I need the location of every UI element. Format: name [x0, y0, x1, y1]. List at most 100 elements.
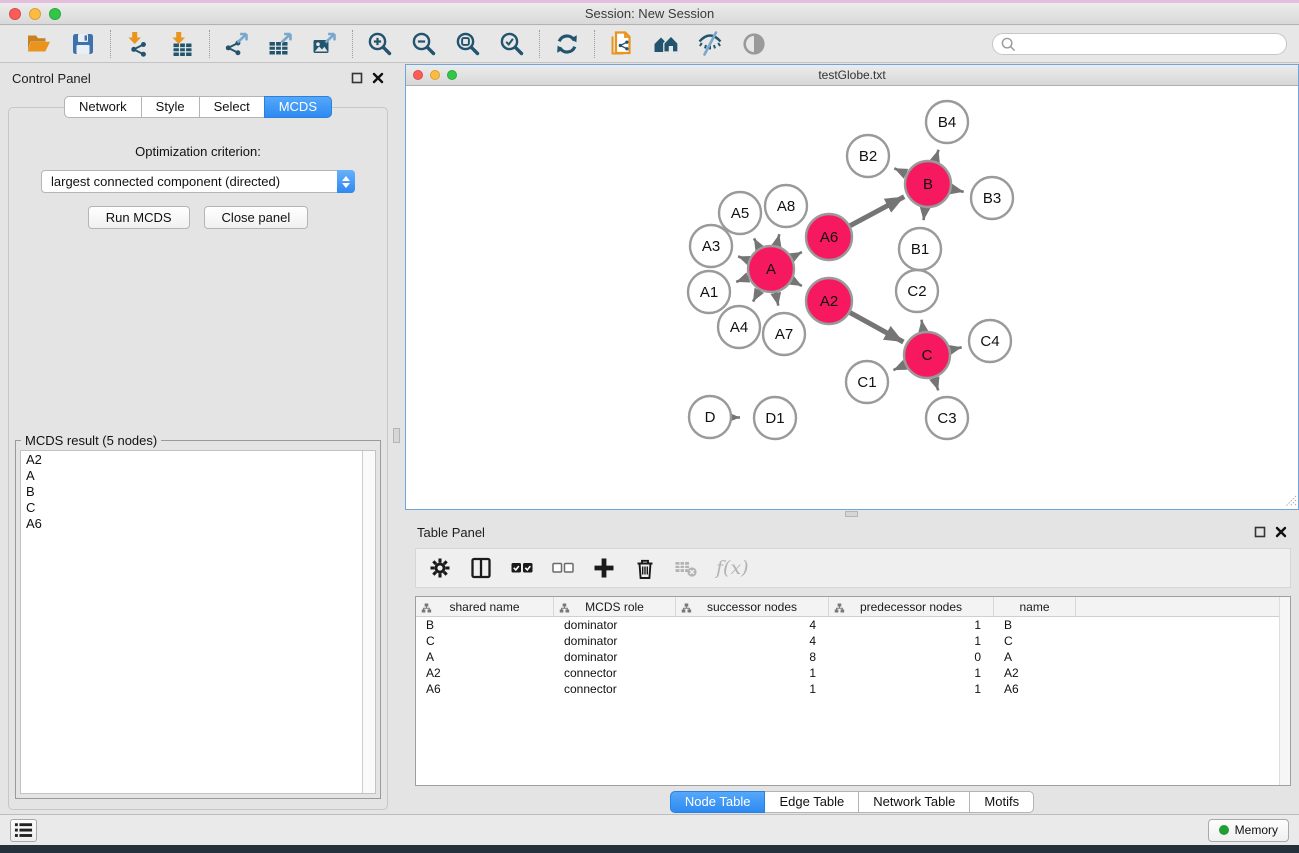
zoom-in-button[interactable]	[366, 30, 394, 58]
network-node-A2[interactable]: A2	[806, 278, 852, 324]
new-network-from-selection-button[interactable]	[608, 30, 636, 58]
network-node-B3[interactable]: B3	[971, 177, 1013, 219]
zoom-selected-button[interactable]	[498, 30, 526, 58]
network-node-B[interactable]: B	[905, 161, 951, 207]
network-node-C1[interactable]: C1	[846, 361, 888, 403]
home-view-button[interactable]	[652, 30, 680, 58]
refresh-view-button[interactable]	[553, 30, 581, 58]
table-row[interactable]: A6connector11A6	[416, 681, 1290, 697]
close-panel-icon[interactable]	[372, 72, 384, 84]
horizontal-splitter-handle[interactable]	[845, 511, 858, 517]
tab-network[interactable]: Network	[64, 96, 142, 118]
mcds-result-item[interactable]: C	[21, 500, 362, 516]
mcds-result-item[interactable]: A6	[21, 516, 362, 532]
float-table-panel-icon[interactable]	[1254, 526, 1266, 538]
destroy-table-button[interactable]	[675, 557, 697, 579]
window-titlebar: Session: New Session	[0, 3, 1299, 25]
network-window-titlebar[interactable]: testGlobe.txt	[406, 65, 1298, 86]
tab-network-table[interactable]: Network Table	[858, 791, 970, 813]
save-session-button[interactable]	[69, 30, 97, 58]
table-row[interactable]: Cdominator41C	[416, 633, 1290, 649]
column-header-successor-nodes[interactable]: successor nodes	[676, 597, 829, 616]
zoom-fit-button[interactable]	[454, 30, 482, 58]
cell-successor-nodes: 4	[676, 618, 829, 632]
network-node-A1[interactable]: A1	[688, 271, 730, 313]
memory-button[interactable]: Memory	[1208, 819, 1289, 842]
tab-node-table[interactable]: Node Table	[670, 791, 766, 813]
table-row[interactable]: A2connector11A2	[416, 665, 1290, 681]
export-image-button[interactable]	[311, 30, 339, 58]
svg-text:C4: C4	[980, 333, 999, 350]
network-node-D1[interactable]: D1	[754, 397, 796, 439]
table-body: Bdominator41BCdominator41CAdominator80AA…	[416, 617, 1290, 697]
network-node-B2[interactable]: B2	[847, 135, 889, 177]
network-node-A5[interactable]: A5	[719, 192, 761, 234]
function-builder-button[interactable]: f(x)	[716, 557, 749, 579]
network-node-C4[interactable]: C4	[969, 320, 1011, 362]
window-resize-grip[interactable]	[1283, 493, 1297, 507]
network-node-A[interactable]: A	[748, 246, 794, 292]
network-node-B1[interactable]: B1	[899, 228, 941, 270]
column-header-predecessor-nodes[interactable]: predecessor nodes	[829, 597, 994, 616]
cell-MCDS-role: connector	[554, 682, 676, 696]
network-node-A8[interactable]: A8	[765, 185, 807, 227]
open-file-button[interactable]	[25, 30, 53, 58]
network-node-B4[interactable]: B4	[926, 101, 968, 143]
columns-button[interactable]	[470, 557, 492, 579]
task-history-button[interactable]	[10, 819, 37, 842]
tab-select[interactable]: Select	[199, 96, 265, 118]
cell-name: A	[994, 650, 1076, 664]
search-field[interactable]	[992, 33, 1287, 55]
network-node-A3[interactable]: A3	[690, 225, 732, 267]
tab-mcds[interactable]: MCDS	[264, 96, 332, 118]
trash-button[interactable]	[634, 557, 656, 579]
column-header-name[interactable]: name	[994, 597, 1076, 616]
optimization-criterion-dropdown[interactable]: largest connected component (directed)	[41, 170, 355, 193]
table-row[interactable]: Adominator80A	[416, 649, 1290, 665]
mcds-result-item[interactable]: A	[21, 468, 362, 484]
network-node-C2[interactable]: C2	[896, 270, 938, 312]
tab-edge-table[interactable]: Edge Table	[764, 791, 859, 813]
svg-text:A6: A6	[820, 229, 838, 246]
export-table-button[interactable]	[267, 30, 295, 58]
network-node-C[interactable]: C	[904, 332, 950, 378]
select-all-button[interactable]	[511, 557, 533, 579]
network-node-A6[interactable]: A6	[806, 214, 852, 260]
mcds-result-item[interactable]: A2	[21, 452, 362, 468]
vertical-splitter-handle[interactable]	[393, 428, 400, 443]
network-node-A4[interactable]: A4	[718, 306, 760, 348]
unselect-all-button[interactable]	[552, 557, 574, 579]
cell-shared-name: A2	[416, 666, 554, 680]
hide-eye-button[interactable]	[696, 30, 724, 58]
show-eye-button[interactable]	[740, 30, 768, 58]
search-input[interactable]	[1016, 35, 1286, 53]
tab-style[interactable]: Style	[141, 96, 200, 118]
import-table-icon	[169, 31, 195, 57]
zoom-out-button[interactable]	[410, 30, 438, 58]
result-list-scrollbar[interactable]	[362, 451, 375, 793]
network-node-C3[interactable]: C3	[926, 397, 968, 439]
tab-motifs[interactable]: Motifs	[969, 791, 1034, 813]
network-node-D[interactable]: D	[689, 396, 731, 438]
run-mcds-button[interactable]: Run MCDS	[88, 206, 190, 229]
cell-name: A2	[994, 666, 1076, 680]
column-header-MCDS-role[interactable]: MCDS role	[554, 597, 676, 616]
close-panel-button[interactable]: Close panel	[204, 206, 309, 229]
network-canvas[interactable]: B4 B2 B B3 A5A8 A6 A3 B1 A A1 C2 A2 A4A7 C4 C C1 C3 D D1	[406, 86, 1298, 508]
hide-eye-icon	[697, 31, 723, 57]
float-panel-icon[interactable]	[351, 72, 363, 84]
mcds-result-item[interactable]: B	[21, 484, 362, 500]
import-network-button[interactable]	[124, 30, 152, 58]
add-button[interactable]	[593, 557, 615, 579]
network-node-A7[interactable]: A7	[763, 313, 805, 355]
table-scrollbar[interactable]	[1279, 597, 1290, 785]
column-header-shared-name[interactable]: shared name	[416, 597, 554, 616]
table-row[interactable]: Bdominator41B	[416, 617, 1290, 633]
import-table-button[interactable]	[168, 30, 196, 58]
edit-column-icon	[421, 602, 432, 616]
trash-icon	[634, 557, 656, 579]
svg-text:B3: B3	[983, 190, 1001, 207]
export-network-button[interactable]	[223, 30, 251, 58]
close-table-panel-icon[interactable]	[1275, 526, 1287, 538]
gear-button[interactable]	[429, 557, 451, 579]
